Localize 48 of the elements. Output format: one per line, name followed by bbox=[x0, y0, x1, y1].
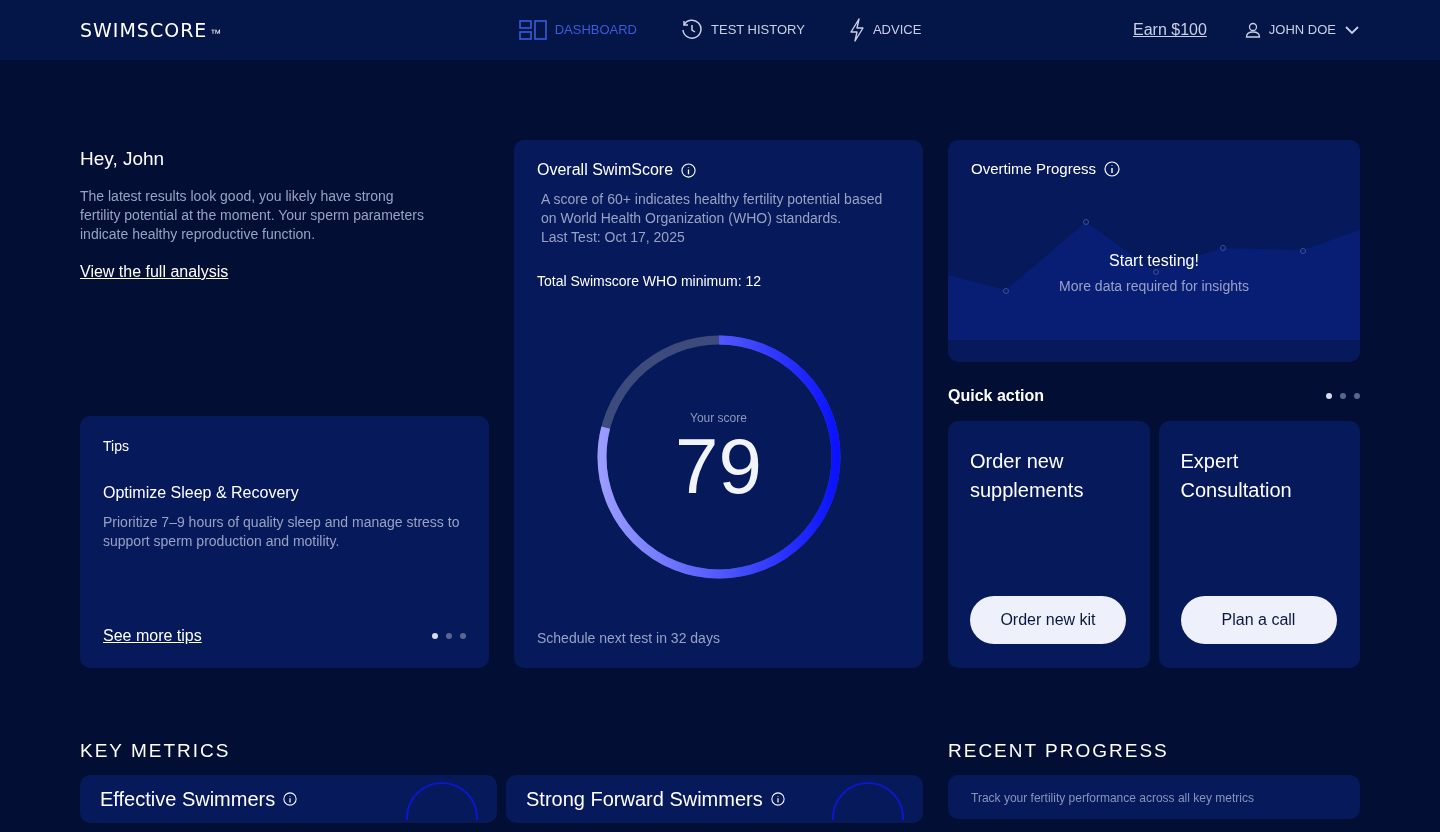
dashboard-icon bbox=[518, 20, 547, 40]
user-menu[interactable]: JOHN DOE bbox=[1244, 20, 1360, 40]
empty-state-title: Start testing! bbox=[1108, 250, 1200, 271]
empty-state-hint: More data required for insights bbox=[1058, 276, 1250, 296]
carousel-dot[interactable] bbox=[1340, 393, 1346, 399]
info-icon[interactable] bbox=[681, 162, 697, 178]
trademark-sign: ™ bbox=[210, 25, 222, 41]
analysis-link[interactable]: View the full analysis bbox=[80, 262, 229, 280]
progress-title: Overtime Progress bbox=[971, 159, 1097, 179]
greeting-text: The latest results look good, you likely have strong fertility potential at the moment. Your sperm parameters indicate healthy reproductive function. bbox=[80, 186, 425, 244]
section-title: KEY METRICS bbox=[80, 740, 232, 763]
info-icon[interactable] bbox=[1104, 161, 1121, 178]
score-description: A score of 60+ indicates healthy fertility potential based on World Health Organization (WHO) standards. bbox=[540, 190, 884, 228]
info-icon[interactable] bbox=[770, 791, 785, 806]
score-title: Overall SwimScore bbox=[537, 160, 674, 180]
nav-tab[interactable]: ADVICE bbox=[848, 18, 922, 42]
tip-heading: Optimize Sleep & Recovery bbox=[103, 483, 300, 503]
carousel-dot[interactable] bbox=[1326, 393, 1332, 399]
metric-name: Effective Swimmers bbox=[100, 786, 276, 812]
carousel-dot[interactable] bbox=[1354, 393, 1360, 399]
action-button[interactable]: Plan a call bbox=[1180, 596, 1337, 644]
who-minimum: Total Swimscore WHO minimum: 12 bbox=[537, 272, 763, 291]
logo[interactable]: SWIMSCORE bbox=[80, 15, 208, 45]
last-test-date: Last Test: Oct 17, 2025 bbox=[540, 228, 686, 247]
action-button[interactable]: Order new kit bbox=[970, 596, 1126, 644]
action-title: Order new supplements bbox=[970, 449, 1085, 503]
carousel-dot[interactable] bbox=[432, 633, 438, 639]
action-title: Expert Consultation bbox=[1180, 449, 1293, 503]
tips-link[interactable]: See more tips bbox=[103, 624, 202, 648]
user-icon bbox=[1244, 22, 1261, 38]
lightning-icon bbox=[848, 18, 865, 42]
next-test-text: Schedule next test in 32 days bbox=[537, 629, 721, 648]
clock-icon bbox=[681, 19, 703, 41]
nav-tab[interactable]: TEST HISTORY bbox=[681, 19, 805, 41]
referral-link[interactable]: Earn $100 bbox=[1133, 18, 1207, 42]
carousel-dot[interactable] bbox=[446, 633, 452, 639]
chevron-down-icon bbox=[1344, 25, 1360, 35]
tip-text: Prioritize 7–9 hours of quality sleep and manage stress to support sperm production and motility. bbox=[103, 513, 461, 551]
section-title: RECENT PROGRESS bbox=[948, 740, 1170, 763]
info-icon[interactable] bbox=[283, 791, 298, 806]
metric-name: Strong Forward Swimmers bbox=[526, 786, 763, 812]
tips-title: Tips bbox=[103, 437, 130, 456]
score-value: 79 bbox=[675, 427, 762, 505]
carousel-dot[interactable] bbox=[460, 633, 466, 639]
quick-action-title: Quick action bbox=[948, 386, 1045, 406]
recent-progress-text: Track your fertility performance across all key metrics bbox=[971, 789, 1255, 807]
score-label: Your score bbox=[690, 410, 747, 427]
greeting-title: Hey, John bbox=[80, 148, 166, 171]
